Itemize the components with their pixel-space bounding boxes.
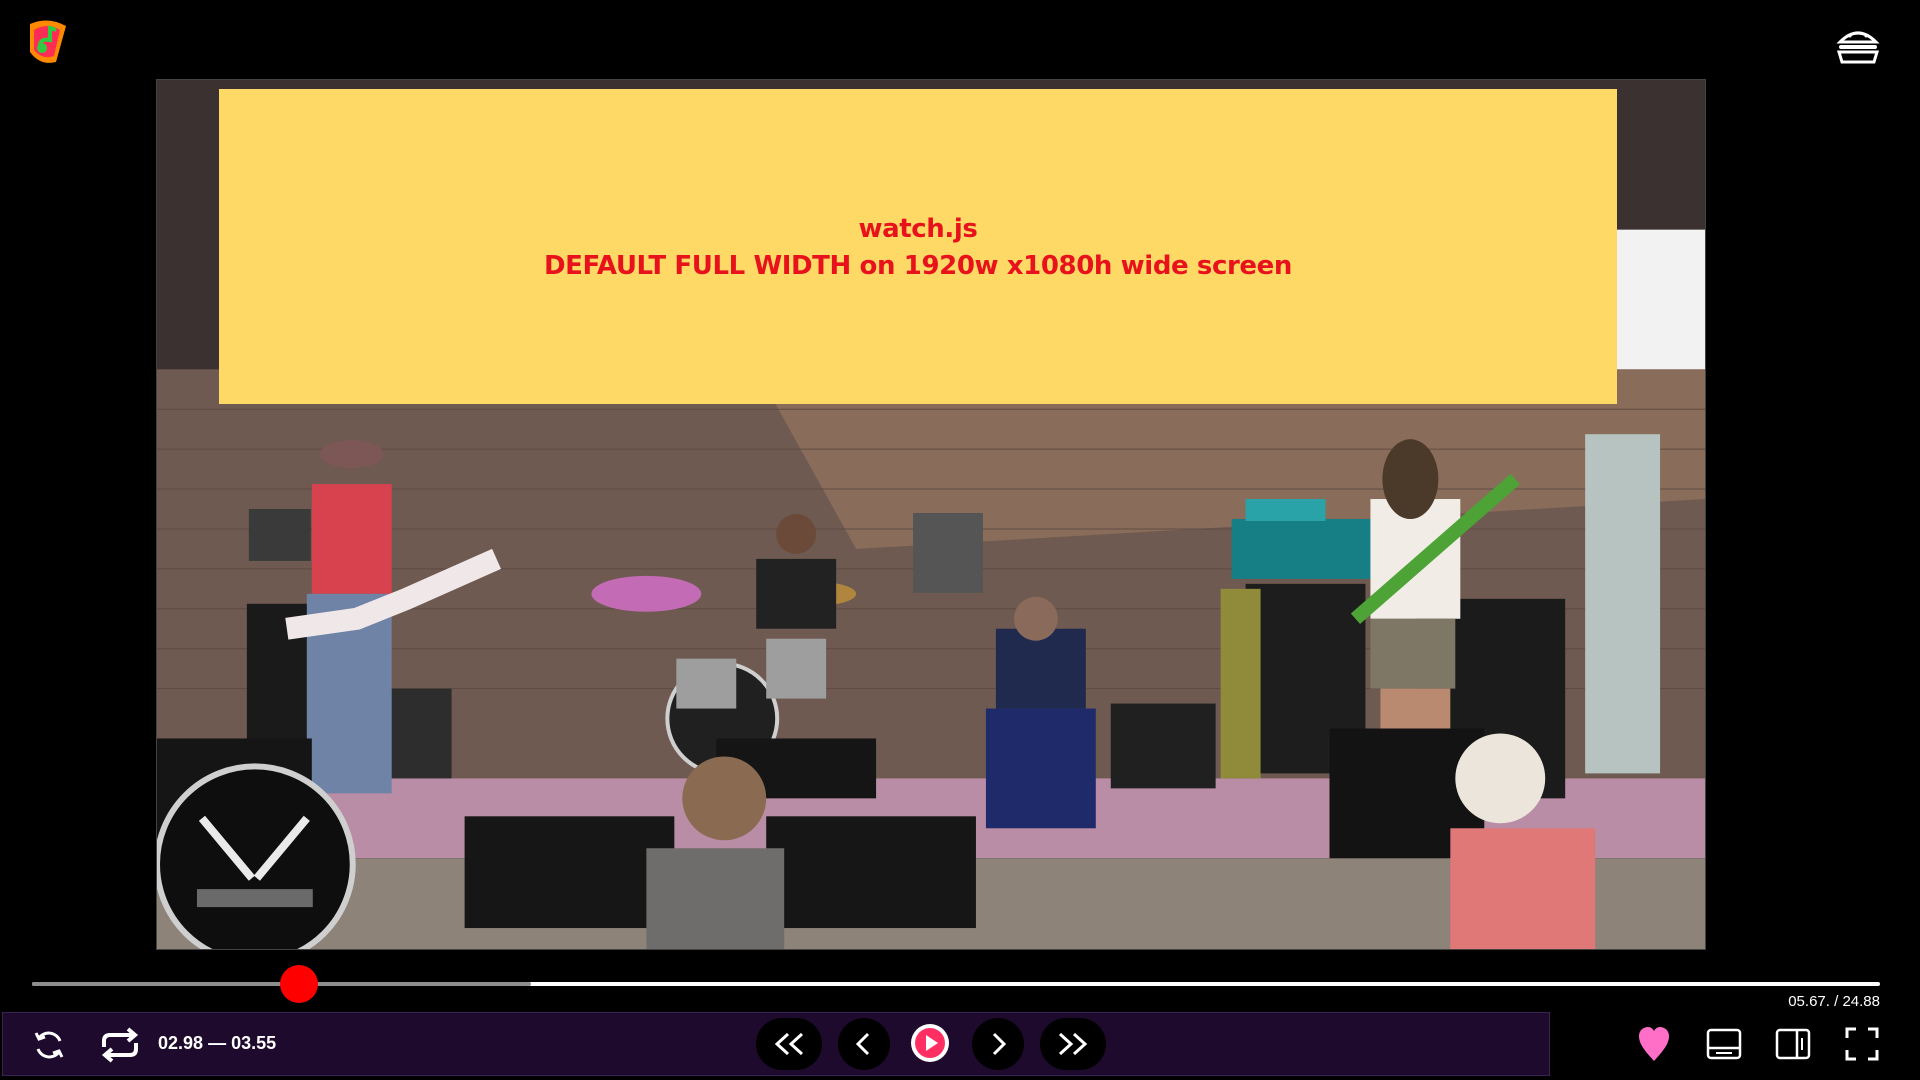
overlay-subtitle: DEFAULT FULL WIDTH on 1920w x1080h wide … bbox=[543, 251, 1293, 281]
step-forward-button[interactable] bbox=[972, 1018, 1024, 1070]
rewind-fast-button[interactable] bbox=[756, 1018, 822, 1070]
reload-icon bbox=[34, 1031, 64, 1059]
play-icon bbox=[915, 1028, 945, 1058]
seek-thumb[interactable] bbox=[280, 965, 318, 1003]
loop-end: 03.55 bbox=[231, 1033, 277, 1053]
time-readout: 05.67. / 24.88 bbox=[1788, 993, 1880, 1010]
video-player[interactable]: watch.js DEFAULT FULL WIDTH on 1920w x10… bbox=[156, 79, 1706, 950]
overlay-title: watch.js bbox=[858, 214, 978, 244]
app-logo[interactable] bbox=[26, 16, 70, 66]
fullscreen-icon bbox=[1845, 1027, 1879, 1061]
time-separator: / bbox=[1834, 993, 1839, 1010]
rewind-fast-icon bbox=[774, 1032, 804, 1056]
step-forward-icon bbox=[992, 1032, 1007, 1056]
loop-range: 02.98 — 03.55 bbox=[158, 1033, 276, 1054]
heart-icon bbox=[1639, 1027, 1669, 1061]
forward-fast-button[interactable] bbox=[1040, 1018, 1106, 1070]
layout-right-panel-button[interactable] bbox=[1773, 1024, 1813, 1064]
forward-fast-icon bbox=[1058, 1032, 1088, 1056]
guitarist-center bbox=[985, 596, 1096, 829]
favorite-button[interactable] bbox=[1634, 1024, 1674, 1064]
play-button[interactable] bbox=[911, 1024, 949, 1062]
layout-bottom-panel-button[interactable] bbox=[1704, 1024, 1744, 1064]
layout-bottom-panel-icon bbox=[1706, 1028, 1742, 1060]
loop-dash: — bbox=[208, 1033, 227, 1053]
music-note-logo-icon bbox=[30, 20, 66, 63]
total-time: 24.88 bbox=[1842, 993, 1880, 1010]
current-time: 05.67. bbox=[1788, 993, 1830, 1010]
step-back-button[interactable] bbox=[838, 1018, 890, 1070]
repeat-icon bbox=[101, 1027, 139, 1063]
hamburger-menu-icon bbox=[1836, 31, 1880, 64]
step-back-icon bbox=[855, 1032, 870, 1056]
info-overlay-banner: watch.js DEFAULT FULL WIDTH on 1920w x10… bbox=[219, 89, 1617, 404]
repeat-button[interactable] bbox=[97, 1024, 143, 1066]
seek-bar[interactable] bbox=[32, 965, 1880, 1003]
layout-right-panel-icon bbox=[1775, 1028, 1811, 1060]
loop-start: 02.98 bbox=[158, 1033, 204, 1053]
main-menu-button[interactable] bbox=[1834, 24, 1882, 68]
reload-button[interactable] bbox=[28, 1024, 70, 1066]
fullscreen-button[interactable] bbox=[1842, 1024, 1882, 1064]
